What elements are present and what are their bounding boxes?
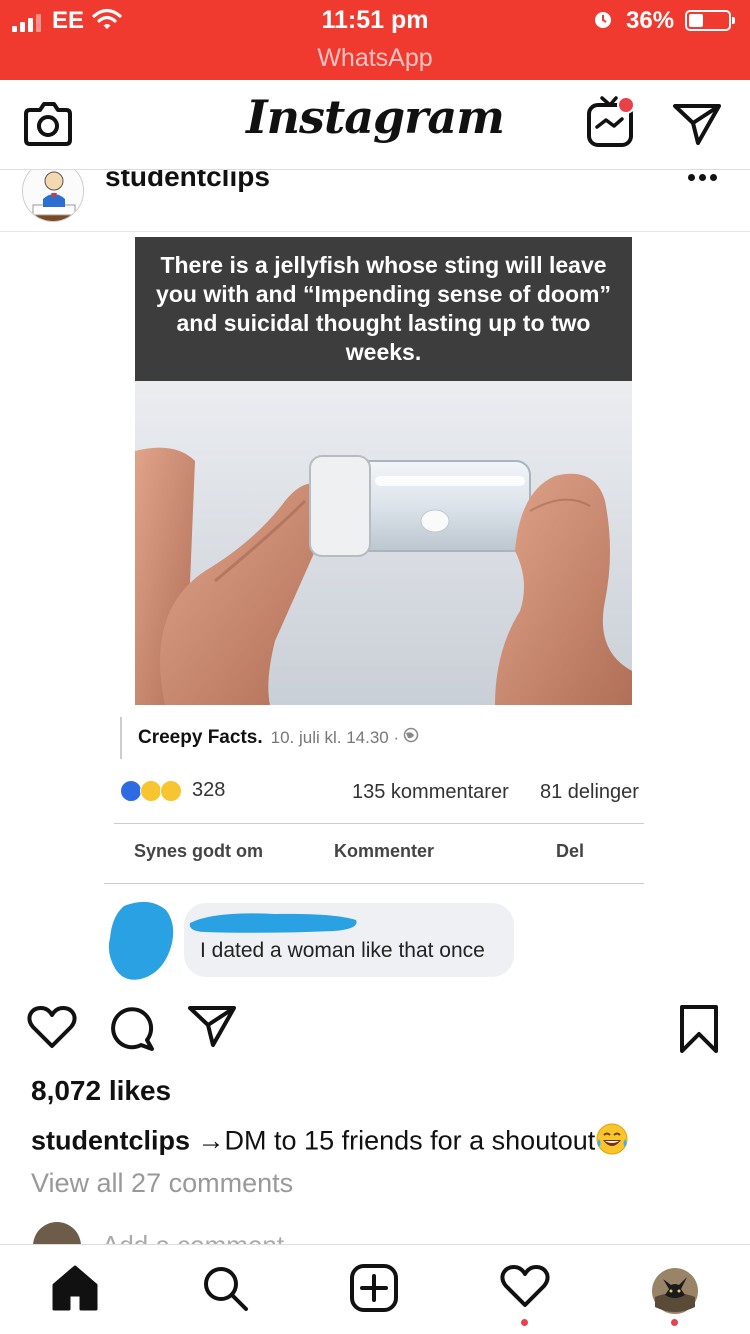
haha-reaction-icon (160, 779, 182, 802)
post-image[interactable]: There is a jellyfish whose sting will le… (0, 232, 750, 994)
post-caption: studentclips →DM to 15 friends for a sho… (31, 1122, 629, 1163)
fb-reactions: 328 (120, 779, 225, 802)
fb-comment-count: 135 kommentarer (352, 781, 509, 803)
activity-icon[interactable] (500, 1263, 550, 1314)
fb-post-date: 10. juli kl. 14.30 · (270, 728, 400, 747)
battery-icon (685, 10, 735, 31)
battery-fill (689, 14, 703, 27)
laughing-tears-emoji-icon (595, 1122, 629, 1163)
new-post-icon[interactable] (349, 1263, 399, 1318)
add-comment-input[interactable]: Add a comment... (102, 1230, 306, 1244)
home-icon[interactable] (50, 1263, 100, 1318)
view-all-comments-link[interactable]: View all 27 comments (31, 1168, 293, 1199)
direct-message-icon[interactable] (672, 102, 722, 151)
bookmark-icon[interactable] (678, 1004, 720, 1059)
fb-share-action: Del (556, 841, 585, 861)
return-to-whatsapp[interactable]: WhatsApp (0, 44, 750, 73)
post-header: studentclips (0, 170, 750, 232)
meme-caption: There is a jellyfish whose sting will le… (135, 237, 632, 381)
divider (114, 823, 644, 824)
fb-share-count: 81 delinger (540, 781, 639, 803)
profile-notification-dot (671, 1319, 678, 1326)
meme-photo (135, 381, 632, 705)
battery-percent: 36% (626, 7, 675, 34)
status-bar: EE 11:51 pm WhatsApp 36% (0, 0, 750, 80)
divider (104, 883, 644, 884)
fb-reaction-count: 328 (192, 779, 226, 801)
like-reaction-icon (120, 779, 142, 802)
globe-icon (403, 727, 419, 749)
alarm-icon (592, 8, 614, 35)
wow-reaction-icon (140, 779, 162, 802)
fb-comment-action: Kommenter (334, 841, 435, 861)
fb-page-line: Creepy Facts. 10. juli kl. 14.30 · (120, 717, 419, 759)
fb-comment-text: I dated a woman like that once (200, 939, 485, 962)
more-options-icon[interactable] (688, 174, 717, 181)
current-user-avatar (33, 1222, 81, 1244)
profile-avatar[interactable] (651, 1267, 699, 1320)
fb-like-action: Synes godt om (134, 841, 264, 861)
app-header: Instagram (0, 80, 750, 170)
activity-notification-dot (521, 1319, 528, 1326)
post-username[interactable]: studentclips (105, 170, 270, 193)
share-icon[interactable] (187, 1004, 237, 1055)
caption-username[interactable]: studentclips (31, 1126, 190, 1156)
fb-page-name: Creepy Facts. (138, 727, 263, 748)
post-author-avatar[interactable] (22, 170, 84, 222)
like-count[interactable]: 8,072 likes (31, 1075, 171, 1107)
bottom-navigation (0, 1244, 750, 1334)
search-icon[interactable] (200, 1263, 250, 1318)
add-comment-row[interactable]: Add a comment... (0, 1220, 750, 1244)
heart-icon[interactable] (27, 1004, 77, 1055)
redacted-name-scribble (189, 913, 357, 933)
redacted-avatar-scribble (108, 901, 174, 980)
post-actions (0, 994, 750, 1064)
caption-text: →DM to 15 friends for a shoutout (197, 1125, 596, 1156)
comment-icon[interactable] (107, 1004, 157, 1057)
igtv-icon[interactable] (586, 94, 638, 155)
